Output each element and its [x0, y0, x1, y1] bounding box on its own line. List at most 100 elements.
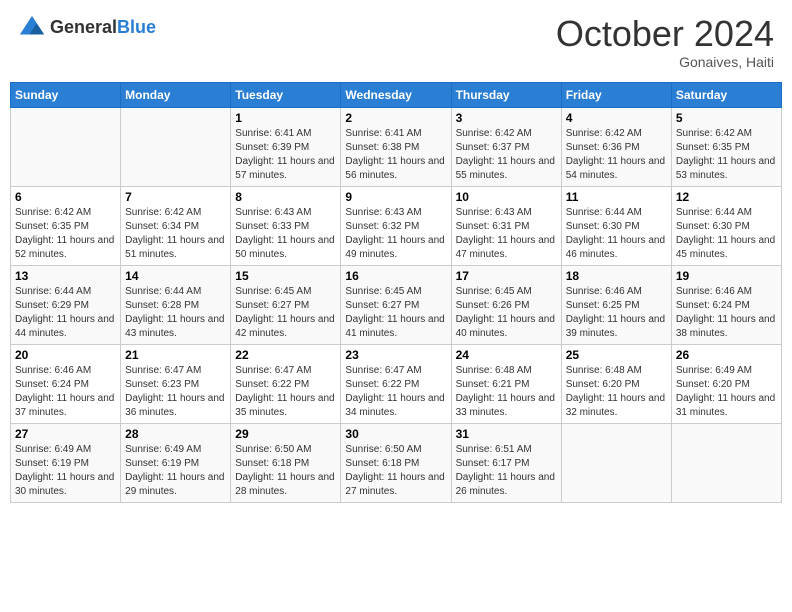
day-info: Sunrise: 6:42 AMSunset: 6:34 PMDaylight:… [125, 206, 226, 262]
calendar-cell: 2Sunrise: 6:41 AMSunset: 6:38 PMDaylight… [341, 107, 451, 186]
calendar-cell: 19Sunrise: 6:46 AMSunset: 6:24 PMDayligh… [671, 265, 781, 344]
day-info: Sunrise: 6:44 AMSunset: 6:29 PMDaylight:… [15, 285, 116, 341]
calendar-cell: 8Sunrise: 6:43 AMSunset: 6:33 PMDaylight… [231, 186, 341, 265]
day-number: 9 [345, 190, 446, 204]
calendar-day-header: Wednesday [341, 82, 451, 107]
day-info: Sunrise: 6:41 AMSunset: 6:39 PMDaylight:… [235, 127, 336, 183]
day-number: 17 [456, 269, 557, 283]
day-info: Sunrise: 6:49 AMSunset: 6:19 PMDaylight:… [125, 443, 226, 499]
day-info: Sunrise: 6:45 AMSunset: 6:27 PMDaylight:… [345, 285, 446, 341]
day-number: 13 [15, 269, 116, 283]
location-subtitle: Gonaives, Haiti [556, 54, 774, 70]
day-info: Sunrise: 6:42 AMSunset: 6:37 PMDaylight:… [456, 127, 557, 183]
day-number: 12 [676, 190, 777, 204]
day-info: Sunrise: 6:44 AMSunset: 6:30 PMDaylight:… [566, 206, 667, 262]
calendar-cell: 14 Sunrise: 6:44 AMSunset: 6:28 PMDayligh… [121, 265, 231, 344]
day-number: 21 [125, 348, 226, 362]
day-number: 30 [345, 427, 446, 441]
calendar-cell: 23 Sunrise: 6:47 AMSunset: 6:22 PMDayligh… [341, 344, 451, 423]
calendar-day-header: Monday [121, 82, 231, 107]
day-info: Sunrise: 6:42 AMSunset: 6:35 PMDaylight:… [676, 127, 777, 183]
calendar-week-row: 20Sunrise: 6:46 AMSunset: 6:24 PMDayligh… [11, 344, 782, 423]
calendar-cell: 3 Sunrise: 6:42 AMSunset: 6:37 PMDaylight… [451, 107, 561, 186]
day-info: Sunrise: 6:43 AMSunset: 6:31 PMDaylight:… [456, 206, 557, 262]
calendar-cell: 17 Sunrise: 6:45 AMSunset: 6:26 PMDayligh… [451, 265, 561, 344]
month-title: October 2024 [556, 14, 774, 54]
day-number: 1 [235, 111, 336, 125]
logo-icon [18, 14, 46, 42]
day-number: 5 [676, 111, 777, 125]
day-info: Sunrise: 6:45 AMSunset: 6:26 PMDaylight:… [456, 285, 557, 341]
day-info: Sunrise: 6:42 AMSunset: 6:36 PMDaylight:… [566, 127, 667, 183]
day-info: Sunrise: 6:43 AMSunset: 6:32 PMDaylight:… [345, 206, 446, 262]
day-info: Sunrise: 6:50 AMSunset: 6:18 PMDaylight:… [235, 443, 336, 499]
day-number: 31 [456, 427, 557, 441]
calendar-day-header: Sunday [11, 82, 121, 107]
day-info: Sunrise: 6:47 AMSunset: 6:22 PMDaylight:… [235, 364, 336, 420]
calendar-cell: 4 Sunrise: 6:42 AMSunset: 6:36 PMDaylight… [561, 107, 671, 186]
calendar-week-row: 27Sunrise: 6:49 AMSunset: 6:19 PMDayligh… [11, 423, 782, 502]
calendar-day-header: Tuesday [231, 82, 341, 107]
day-number: 28 [125, 427, 226, 441]
day-number: 3 [456, 111, 557, 125]
day-number: 29 [235, 427, 336, 441]
calendar-cell [121, 107, 231, 186]
calendar-cell: 20Sunrise: 6:46 AMSunset: 6:24 PMDayligh… [11, 344, 121, 423]
calendar-cell: 22 Sunrise: 6:47 AMSunset: 6:22 PMDayligh… [231, 344, 341, 423]
day-info: Sunrise: 6:49 AMSunset: 6:20 PMDaylight:… [676, 364, 777, 420]
calendar-day-header: Saturday [671, 82, 781, 107]
day-number: 24 [456, 348, 557, 362]
calendar-cell: 28 Sunrise: 6:49 AMSunset: 6:19 PMDayligh… [121, 423, 231, 502]
calendar-cell: 31 Sunrise: 6:51 AMSunset: 6:17 PMDayligh… [451, 423, 561, 502]
day-number: 6 [15, 190, 116, 204]
day-number: 18 [566, 269, 667, 283]
day-number: 4 [566, 111, 667, 125]
calendar-cell [561, 423, 671, 502]
calendar-week-row: 13 Sunrise: 6:44 AMSunset: 6:29 PMDayligh… [11, 265, 782, 344]
calendar-cell: 5 Sunrise: 6:42 AMSunset: 6:35 PMDaylight… [671, 107, 781, 186]
day-info: Sunrise: 6:47 AMSunset: 6:22 PMDaylight:… [345, 364, 446, 420]
day-info: Sunrise: 6:48 AMSunset: 6:20 PMDaylight:… [566, 364, 667, 420]
calendar-cell: 25 Sunrise: 6:48 AMSunset: 6:20 PMDayligh… [561, 344, 671, 423]
day-number: 11 [566, 190, 667, 204]
logo-general: General [50, 17, 117, 37]
logo: GeneralBlue [18, 14, 156, 42]
calendar-cell: 12Sunrise: 6:44 AMSunset: 6:30 PMDayligh… [671, 186, 781, 265]
day-info: Sunrise: 6:42 AMSunset: 6:35 PMDaylight:… [15, 206, 116, 262]
calendar-cell: 11 Sunrise: 6:44 AMSunset: 6:30 PMDayligh… [561, 186, 671, 265]
day-info: Sunrise: 6:46 AMSunset: 6:25 PMDaylight:… [566, 285, 667, 341]
calendar-cell [671, 423, 781, 502]
day-info: Sunrise: 6:44 AMSunset: 6:28 PMDaylight:… [125, 285, 226, 341]
day-info: Sunrise: 6:41 AMSunset: 6:38 PMDaylight:… [345, 127, 446, 183]
calendar-week-row: 6 Sunrise: 6:42 AMSunset: 6:35 PMDaylight… [11, 186, 782, 265]
day-number: 14 [125, 269, 226, 283]
calendar-cell: 24 Sunrise: 6:48 AMSunset: 6:21 PMDayligh… [451, 344, 561, 423]
calendar-day-header: Thursday [451, 82, 561, 107]
day-info: Sunrise: 6:51 AMSunset: 6:17 PMDaylight:… [456, 443, 557, 499]
calendar-week-row: 1 Sunrise: 6:41 AMSunset: 6:39 PMDaylight… [11, 107, 782, 186]
day-number: 10 [456, 190, 557, 204]
day-number: 23 [345, 348, 446, 362]
logo-blue: Blue [117, 17, 156, 37]
calendar-cell [11, 107, 121, 186]
day-number: 8 [235, 190, 336, 204]
day-info: Sunrise: 6:45 AMSunset: 6:27 PMDaylight:… [235, 285, 336, 341]
calendar-cell: 21 Sunrise: 6:47 AMSunset: 6:23 PMDayligh… [121, 344, 231, 423]
day-number: 16 [345, 269, 446, 283]
calendar-cell: 30Sunrise: 6:50 AMSunset: 6:18 PMDayligh… [341, 423, 451, 502]
day-info: Sunrise: 6:47 AMSunset: 6:23 PMDaylight:… [125, 364, 226, 420]
day-info: Sunrise: 6:49 AMSunset: 6:19 PMDaylight:… [15, 443, 116, 499]
calendar-body: 1 Sunrise: 6:41 AMSunset: 6:39 PMDaylight… [11, 107, 782, 502]
title-block: October 2024 Gonaives, Haiti [556, 14, 774, 70]
calendar-header: SundayMondayTuesdayWednesdayThursdayFrid… [11, 82, 782, 107]
calendar-cell: 16 Sunrise: 6:45 AMSunset: 6:27 PMDayligh… [341, 265, 451, 344]
calendar-cell: 27Sunrise: 6:49 AMSunset: 6:19 PMDayligh… [11, 423, 121, 502]
calendar-cell: 13 Sunrise: 6:44 AMSunset: 6:29 PMDayligh… [11, 265, 121, 344]
calendar-cell: 29 Sunrise: 6:50 AMSunset: 6:18 PMDayligh… [231, 423, 341, 502]
day-info: Sunrise: 6:48 AMSunset: 6:21 PMDaylight:… [456, 364, 557, 420]
day-number: 20 [15, 348, 116, 362]
day-number: 25 [566, 348, 667, 362]
day-number: 22 [235, 348, 336, 362]
page-header: GeneralBlue October 2024 Gonaives, Haiti [10, 10, 782, 74]
calendar-cell: 6 Sunrise: 6:42 AMSunset: 6:35 PMDaylight… [11, 186, 121, 265]
